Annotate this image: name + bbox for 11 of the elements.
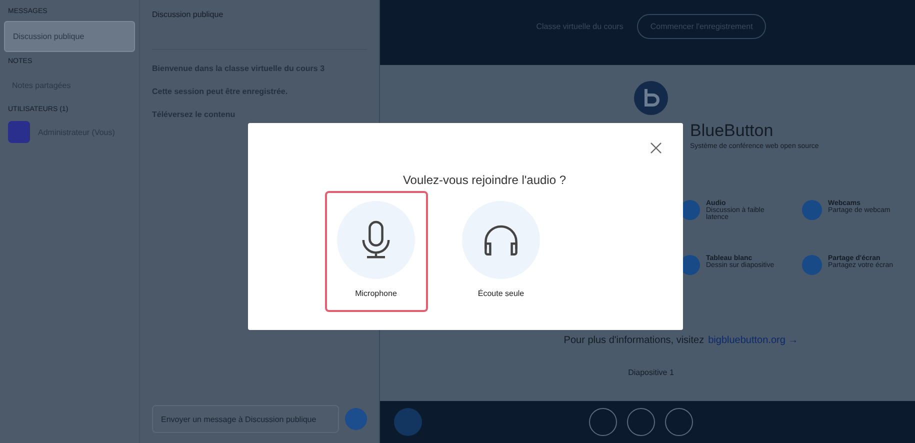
sidebar-item[interactable]: Discussion publique	[4, 21, 135, 52]
chat-title: Discussion publique	[152, 10, 367, 50]
dialog-title: Voulez-vous rejoindre l'audio ?	[402, 173, 566, 187]
slide-selector[interactable]: Diapositive 1	[628, 368, 674, 377]
info-text: Pour plus d'informations, visitez	[564, 335, 704, 346]
website-link[interactable]: bigbluebutton.org →	[708, 335, 798, 346]
audio-option[interactable]: Microphone	[324, 191, 428, 312]
close-button[interactable]	[649, 141, 663, 155]
message-input[interactable]: Envoyer un message à Discussion publique	[152, 405, 339, 433]
slide-title: BlueButton	[690, 121, 774, 141]
logo-icon	[634, 81, 668, 115]
